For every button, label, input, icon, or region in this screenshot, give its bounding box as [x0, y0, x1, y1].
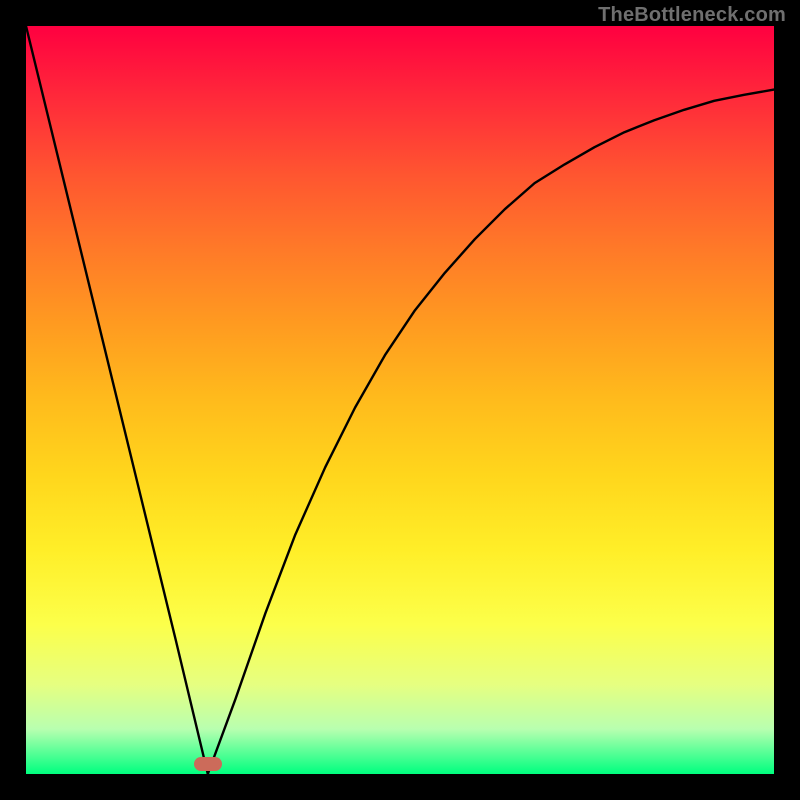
bottleneck-curve: [26, 26, 774, 774]
chart-frame: TheBottleneck.com: [0, 0, 800, 800]
optimum-marker: [194, 757, 222, 771]
plot-area: [26, 26, 774, 774]
attribution-text: TheBottleneck.com: [598, 4, 786, 27]
